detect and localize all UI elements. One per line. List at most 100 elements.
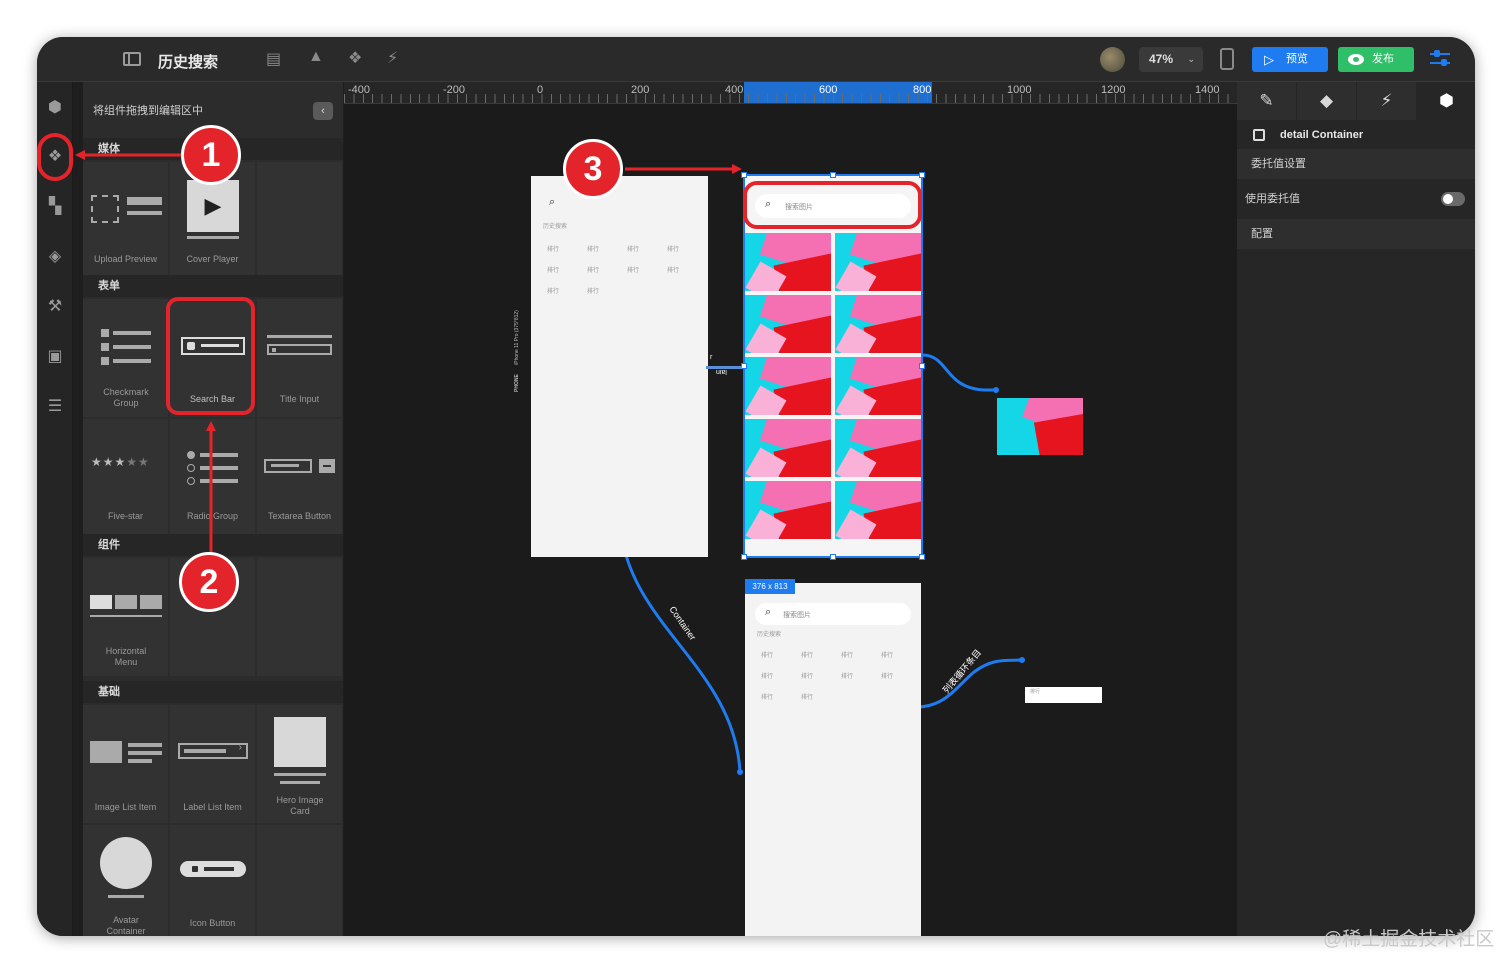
eye-icon [1348,54,1364,65]
tag-chip[interactable]: 排行 [761,692,773,701]
tag-chip[interactable]: 排行 [801,692,813,701]
photo-tile[interactable] [745,295,831,353]
photo-tile[interactable] [745,481,831,539]
settings-sliders-icon[interactable] [1430,50,1450,68]
item-horizontal-menu[interactable]: Horizontal Menu [83,558,168,676]
tag-chip[interactable]: 排行 [841,671,853,680]
photo-tile[interactable] [835,481,921,539]
tag-chip[interactable]: 排行 [587,286,599,295]
upload-preview-label: Upload Preview [93,254,158,264]
textarea-button-label: Textarea Button [267,511,332,521]
item-avatar-container[interactable]: Avatar Container [83,825,168,936]
photo-tile[interactable] [745,357,831,415]
triangle-icon[interactable]: ▲ [308,48,324,66]
list-icon[interactable]: ☰ [46,398,64,416]
cube-icon[interactable]: ⬢ [46,99,64,117]
tag-chip[interactable]: 排行 [761,650,773,659]
photo-tile[interactable] [745,233,831,291]
photo-tile[interactable] [835,419,921,477]
tag-chip[interactable]: 排行 [881,650,893,659]
connector-detail[interactable] [921,353,996,392]
radio-group-label: Radio Group [186,511,239,521]
tab-component[interactable]: ◆ [1297,82,1356,120]
search-bar[interactable]: ⌕ 搜索图片 [755,603,911,625]
delegate-settings-header: 委托值设置 [1237,149,1475,179]
connector-dot[interactable] [1019,657,1025,663]
hero-image-card-label: Hero Image Card [276,795,324,816]
detail-image-preview[interactable] [997,398,1083,455]
item-checkmark-group[interactable]: Checkmark Group [83,299,168,417]
preview-button[interactable]: ▷ 预览 [1252,47,1328,72]
tag-chip[interactable]: 排行 [547,244,559,253]
tag-chip[interactable]: 排行 [627,244,639,253]
screen-detail-container[interactable]: ⌕ 搜索图片 [744,175,922,557]
pages-icon[interactable]: ▣ [46,348,64,366]
connector-dot[interactable] [737,769,743,775]
ruler-tick-label: 600 [819,84,838,96]
five-star-label: Five-star [107,511,143,521]
item-textarea-button[interactable]: Textarea Button [257,419,342,537]
photo-tile[interactable] [745,419,831,477]
diamond-icon: ◆ [1319,91,1334,110]
empty-cell [257,558,342,676]
collapse-panel-button[interactable]: ‹ [313,102,333,120]
photo-tile[interactable] [835,295,921,353]
photo-tile[interactable] [835,233,921,291]
use-delegate-toggle[interactable] [1441,192,1465,206]
callout-3: 3 [563,139,623,199]
list-item-preview[interactable]: 排行 [1025,687,1102,703]
tag-chip[interactable]: 排行 [667,265,679,274]
tab-style[interactable]: ✎ [1237,82,1296,120]
hammer-icon[interactable]: ⚒ [46,298,64,316]
zoom-select[interactable]: 47% ⌄ [1139,47,1203,72]
tag-chip[interactable]: 排行 [841,650,853,659]
small-button-icon [319,459,335,473]
item-five-star[interactable]: ★★★★★ Five-star [83,419,168,537]
device-side-label: PHONE iPhone 11 Pro (375*812) [514,310,520,392]
highlight-search-bar-canvas [743,181,922,229]
flash-icon[interactable]: ⚡ [387,48,398,68]
checkbox[interactable] [1253,129,1265,141]
screen-list-container[interactable]: ⌕ 搜索图片 历史搜索 排行 排行 排行 排行 排行 排行 排行 排行 排行 排行 [745,583,921,936]
item-icon-button[interactable]: Icon Button [170,825,255,936]
item-upload-preview[interactable]: Upload Preview [83,162,168,280]
item-radio-group[interactable]: Radio Group [170,419,255,537]
item-name-row: detail Container [1237,122,1475,150]
screen-history-search[interactable]: ⌕ 历史搜索 排行 排行 排行 排行 排行 排行 排行 排行 排行 排行 [531,176,708,557]
tag-chip[interactable]: 排行 [587,265,599,274]
puzzle-icon[interactable]: ❖ [348,48,362,68]
avatar[interactable] [1100,47,1125,72]
item-title-input[interactable]: Title Input [257,299,342,417]
layout-icon[interactable]: ▚ [46,198,64,216]
photo-tile[interactable] [835,357,921,415]
item-image-list-item[interactable]: Image List Item [83,705,168,823]
tag-chip[interactable]: 排行 [881,671,893,680]
sidebar-toggle-icon[interactable] [123,52,141,66]
item-hero-image-card[interactable]: Hero Image Card [257,705,342,823]
editor-canvas[interactable]: Container 列表循环条目 ⌕ 历史搜索 排行 排行 排行 排行 排行 排行 排行 排行… [344,104,1237,936]
tag-chip[interactable]: 排行 [761,671,773,680]
device-type: PHONE [514,374,520,392]
tag-chip[interactable]: 排行 [801,671,813,680]
input-icon [267,344,332,355]
tag-chip[interactable]: 排行 [547,265,559,274]
tag-chip[interactable]: 排行 [801,650,813,659]
textarea-icon [264,459,312,473]
item-label-list-item[interactable]: › Label List Item [170,705,255,823]
tag-chip[interactable]: 排行 [587,244,599,253]
tab-bindings[interactable]: ⬢ [1417,82,1475,120]
avatar-container-label: Avatar Container [106,915,146,936]
publish-button[interactable]: 发布 [1338,47,1414,72]
empty-cell [257,162,342,280]
tag-chip[interactable]: 排行 [667,244,679,253]
document-icon[interactable]: ▤ [266,49,281,69]
tag-chip[interactable]: 排行 [547,286,559,295]
ruler-tick-label: 0 [537,84,544,96]
connector-dot[interactable] [993,387,999,393]
publish-label: 发布 [1372,53,1394,65]
tag-chip[interactable]: 排行 [627,265,639,274]
pill-button-icon [180,861,246,877]
phone-device-icon[interactable] [1220,48,1234,70]
tab-events[interactable]: ⚡ [1357,82,1416,120]
layers-icon[interactable]: ◈ [46,248,64,266]
